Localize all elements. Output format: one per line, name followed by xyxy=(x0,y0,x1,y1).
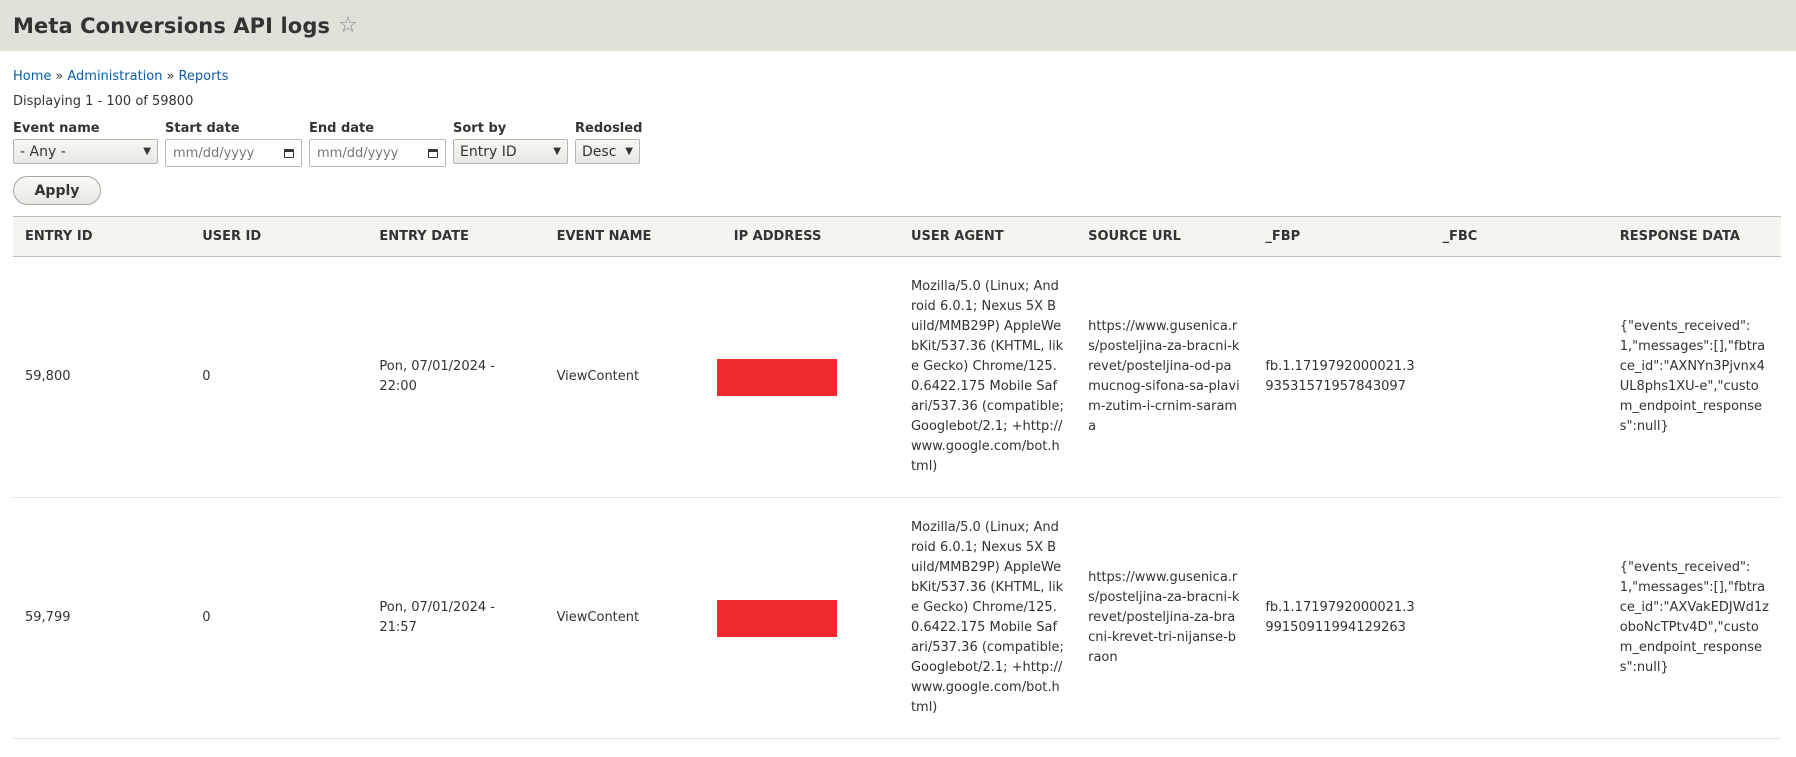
cell-ip-address xyxy=(716,498,899,739)
chevron-down-icon: ▼ xyxy=(553,146,561,157)
sort-by-value: Entry ID xyxy=(460,143,517,160)
end-date-input[interactable]: mm/dd/yyyy xyxy=(309,139,446,167)
cell-fbc xyxy=(1431,257,1608,498)
column-header-fbc[interactable]: _FBC xyxy=(1431,217,1608,257)
event-name-select[interactable]: - Any - ▼ xyxy=(13,139,158,164)
event-name-label: Event name xyxy=(13,121,100,136)
chevron-down-icon: ▼ xyxy=(625,146,633,157)
column-header-fbp[interactable]: _FBP xyxy=(1253,217,1430,257)
start-date-input[interactable]: mm/dd/yyyy xyxy=(165,139,302,167)
cell-fbc xyxy=(1431,498,1608,739)
ip-redaction xyxy=(716,599,837,637)
cell-fbp: fb.1.1719792000021.399150911994129263 xyxy=(1265,600,1415,635)
end-date-label: End date xyxy=(309,121,375,136)
chevron-down-icon: ▼ xyxy=(143,146,151,157)
filter-event-name: Event name - Any - ▼ xyxy=(13,121,158,164)
page-header: Meta Conversions API logs ☆ xyxy=(0,0,1796,51)
results-summary: Displaying 1 - 100 of 59800 xyxy=(13,94,194,109)
column-header-user-id[interactable]: USER ID xyxy=(190,217,367,257)
order-select[interactable]: Desc ▼ xyxy=(575,139,640,164)
breadcrumb-separator: » xyxy=(55,69,64,84)
cell-entry-date: Pon, 07/01/2024 - 21:57 xyxy=(379,600,495,635)
cell-event-name: ViewContent xyxy=(556,610,640,625)
end-date-placeholder: mm/dd/yyyy xyxy=(317,145,399,161)
cell-event-name: ViewContent xyxy=(556,369,640,384)
cell-user-id: 0 xyxy=(202,610,211,625)
column-header-user-agent[interactable]: USER AGENT xyxy=(899,217,1076,257)
cell-fbp: fb.1.1719792000021.393531571957843097 xyxy=(1265,359,1415,394)
column-header-ip-address[interactable]: IP ADDRESS xyxy=(722,217,899,257)
table-row: 59,799 0 Pon, 07/01/2024 - 21:57 ViewCon… xyxy=(13,498,1781,739)
filter-sort-by: Sort by Entry ID ▼ xyxy=(453,121,568,164)
logs-table: ENTRY ID USER ID ENTRY DATE EVENT NAME I… xyxy=(13,216,1781,739)
table-row: 59,800 0 Pon, 07/01/2024 - 22:00 ViewCon… xyxy=(13,257,1781,498)
breadcrumb: Home» Administration» Reports xyxy=(13,69,1783,84)
cell-user-id: 0 xyxy=(202,369,211,384)
filter-end-date: End date mm/dd/yyyy xyxy=(309,121,446,167)
filter-start-date: Start date mm/dd/yyyy xyxy=(165,121,302,167)
breadcrumb-reports[interactable]: Reports xyxy=(178,69,228,84)
cell-source-url: https://www.gusenica.rs/posteljina-za-br… xyxy=(1088,319,1240,434)
breadcrumb-administration[interactable]: Administration xyxy=(67,69,162,84)
calendar-icon[interactable] xyxy=(428,148,438,158)
column-header-source-url[interactable]: SOURCE URL xyxy=(1076,217,1253,257)
event-name-value: - Any - xyxy=(20,143,66,160)
column-header-entry-date[interactable]: ENTRY DATE xyxy=(367,217,544,257)
column-header-response-data[interactable]: RESPONSE DATA xyxy=(1608,217,1781,257)
column-header-event-name[interactable]: EVENT NAME xyxy=(545,217,722,257)
cell-source-url: https://www.gusenica.rs/posteljina-za-br… xyxy=(1088,570,1240,665)
start-date-label: Start date xyxy=(165,121,240,136)
cell-entry-id: 59,799 xyxy=(25,610,71,625)
breadcrumb-home[interactable]: Home xyxy=(13,69,51,84)
page-title: Meta Conversions API logs xyxy=(13,13,331,38)
main-content: Home» Administration» Reports Displaying 1… xyxy=(0,69,1796,739)
breadcrumb-separator: » xyxy=(166,69,175,84)
order-label: Redosled xyxy=(575,121,643,136)
ip-redaction xyxy=(716,358,837,396)
column-header-entry-id[interactable]: ENTRY ID xyxy=(13,217,190,257)
apply-button[interactable]: Apply xyxy=(13,176,101,205)
sort-by-label: Sort by xyxy=(453,121,507,136)
sort-by-select[interactable]: Entry ID ▼ xyxy=(453,139,568,164)
cell-ip-address xyxy=(716,257,899,498)
filter-form: Event name - Any - ▼ Start date mm/dd/yy… xyxy=(13,121,1783,167)
cell-entry-date: Pon, 07/01/2024 - 22:00 xyxy=(379,359,495,394)
cell-entry-id: 59,800 xyxy=(25,369,71,384)
cell-user-agent: Mozilla/5.0 (Linux; Android 6.0.1; Nexus… xyxy=(910,279,1064,474)
start-date-placeholder: mm/dd/yyyy xyxy=(173,145,255,161)
filter-order: Redosled Desc ▼ xyxy=(575,121,642,164)
table-header-row: ENTRY ID USER ID ENTRY DATE EVENT NAME I… xyxy=(13,216,1781,257)
cell-response-data: {"events_received":1,"messages":[],"fbtr… xyxy=(1619,319,1766,434)
cell-user-agent: Mozilla/5.0 (Linux; Android 6.0.1; Nexus… xyxy=(910,520,1064,715)
cell-response-data: {"events_received":1,"messages":[],"fbtr… xyxy=(1619,560,1769,675)
order-value: Desc xyxy=(582,143,617,160)
calendar-icon[interactable] xyxy=(284,148,294,158)
star-outline-icon[interactable]: ☆ xyxy=(338,14,358,37)
